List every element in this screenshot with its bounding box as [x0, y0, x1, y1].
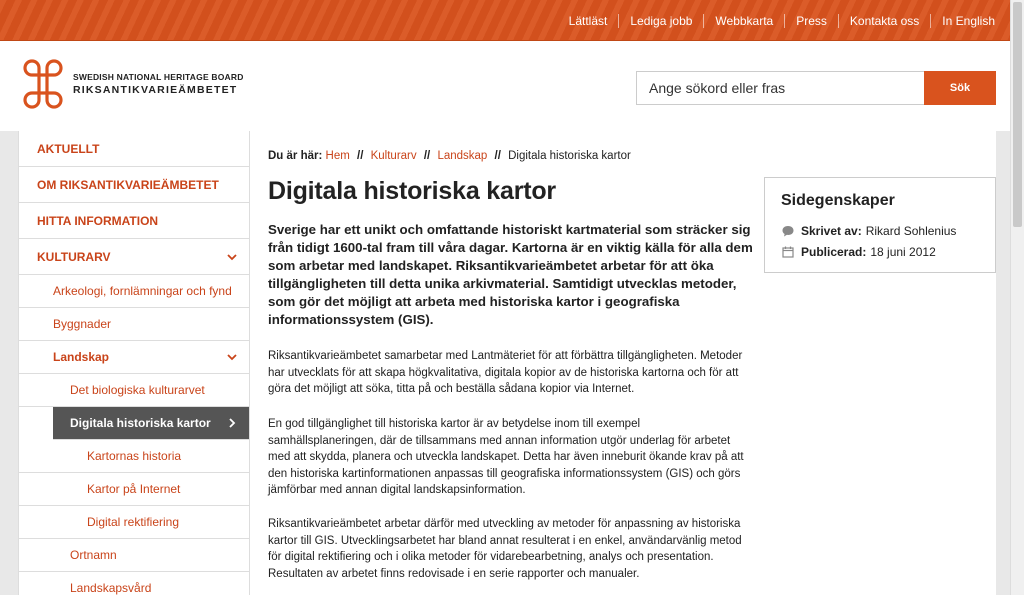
site-header: SWEDISH NATIONAL HERITAGE BOARD RIKSANTI… — [0, 41, 1010, 131]
sidebar-item-landskap[interactable]: Landskap — [19, 341, 249, 374]
sidebar-item-byggnader[interactable]: Byggnader — [19, 308, 249, 341]
search-form: Sök — [636, 71, 996, 105]
lead-paragraph: Sverige har ett unikt och omfattande his… — [268, 222, 753, 327]
nav-press-link[interactable]: Press — [784, 13, 838, 28]
sidebar-item-label: KULTURARV — [37, 249, 111, 264]
sidebar-item-label: Digitala historiska kartor — [70, 416, 211, 430]
nav-webbkarta-link[interactable]: Webbkarta — [703, 13, 784, 28]
chevron-down-icon[interactable] — [225, 250, 239, 264]
chevron-right-icon — [229, 418, 236, 428]
sidebar-item-landskapsvard[interactable]: Landskapsvård — [19, 572, 249, 595]
page-properties-title: Sidegenskaper — [781, 192, 895, 209]
sidebar-item-label: OM RIKSANTIKVARIEÄMBETET — [37, 177, 219, 192]
sidebar-item-kartornas-historia[interactable]: Kartornas historia — [19, 440, 249, 473]
sidebar-item-aktuellt[interactable]: AKTUELLT — [19, 131, 249, 167]
site-logo[interactable]: SWEDISH NATIONAL HERITAGE BOARD RIKSANTI… — [17, 58, 244, 110]
logo-line-swedish: RIKSANTIKVARIEÄMBETET — [73, 84, 238, 96]
sidebar-item-kartor-internet[interactable]: Kartor på Internet — [19, 473, 249, 506]
sidebar-item-arkeologi[interactable]: Arkeologi, fornlämningar och fynd — [19, 275, 249, 308]
page-title: Digitala historiska kartor — [268, 177, 556, 205]
page-scrollbar[interactable] — [1010, 0, 1024, 595]
sidebar-item-label: Landskapsvård — [70, 581, 152, 595]
sidebar-item-label: Byggnader — [53, 317, 112, 331]
sidebar-item-label: HITTA INFORMATION — [37, 213, 159, 228]
sidebar-item-label: Kartor på Internet — [87, 482, 181, 496]
sidebar-item-label: Kartornas historia — [87, 449, 182, 463]
sidebar-item-label: Landskap — [53, 350, 110, 364]
body-paragraph: Riksantikvarieämbetet arbetar därför med… — [268, 518, 742, 580]
author-value: Rikard Sohlenius — [865, 223, 957, 238]
sidebar-item-label: Ortnamn — [70, 548, 117, 562]
published-value: 18 juni 2012 — [870, 244, 936, 259]
page-properties-box: Sidegenskaper Skrivet av: Rikard Sohleni… — [764, 177, 996, 273]
sidebar-item-biologiska[interactable]: Det biologiska kulturarvet — [19, 374, 249, 407]
search-button[interactable]: Sök — [924, 71, 996, 105]
sidebar-item-kulturarv[interactable]: KULTURARV — [19, 239, 249, 275]
sidebar-item-hitta-information[interactable]: HITTA INFORMATION — [19, 203, 249, 239]
sidebar-item-ortnamn[interactable]: Ortnamn — [19, 539, 249, 572]
breadcrumb-link-kulturarv[interactable]: Kulturarv — [371, 150, 417, 162]
breadcrumb-separator: // — [357, 150, 364, 162]
body-paragraph: Riksantikvarieämbetet samarbetar med Lan… — [268, 350, 743, 395]
calendar-icon — [782, 246, 794, 258]
author-row: Skrivet av: Rikard Sohlenius — [781, 220, 979, 241]
sidebar-item-om[interactable]: OM RIKSANTIKVARIEÄMBETET — [19, 167, 249, 203]
nav-lattlast-link[interactable]: Lättläst — [558, 14, 619, 28]
main-area: AKTUELLT OM RIKSANTIKVARIEÄMBETET HITTA … — [18, 131, 996, 595]
sidebar-nav: AKTUELLT OM RIKSANTIKVARIEÄMBETET HITTA … — [18, 131, 250, 595]
scrollbar-thumb[interactable] — [1013, 2, 1022, 227]
sidebar-item-label: AKTUELLT — [37, 141, 100, 156]
nav-lediga-jobb-link[interactable]: Lediga jobb — [618, 13, 703, 28]
breadcrumb-separator: // — [494, 150, 501, 162]
body-paragraph: En god tillgänglighet till historiska ka… — [268, 418, 744, 496]
breadcrumb-label: Du är här: — [268, 150, 323, 162]
breadcrumb-link-hem[interactable]: Hem — [326, 150, 350, 162]
speech-bubble-icon — [782, 225, 794, 236]
published-row: Publicerad: 18 juni 2012 — [781, 241, 979, 262]
sidebar-item-label: Digital rektifiering — [87, 515, 180, 529]
author-label: Skrivet av: — [801, 223, 862, 238]
search-input[interactable] — [636, 71, 924, 105]
heritage-knot-icon — [23, 59, 63, 109]
nav-in-english-link[interactable]: In English — [930, 13, 1006, 28]
top-bar: Lättläst Lediga jobb Webbkarta Press Kon… — [0, 0, 1010, 41]
logo-line-english: SWEDISH NATIONAL HERITAGE BOARD — [73, 72, 244, 82]
sidebar-item-label: Arkeologi, fornlämningar och fynd — [53, 284, 232, 298]
breadcrumb-separator: // — [423, 150, 431, 162]
chevron-down-icon[interactable] — [225, 350, 239, 364]
sidebar-item-label: Det biologiska kulturarvet — [70, 383, 205, 397]
utility-nav: Lättläst Lediga jobb Webbkarta Press Kon… — [558, 0, 1006, 41]
logo-text: SWEDISH NATIONAL HERITAGE BOARD RIKSANTI… — [73, 72, 244, 96]
breadcrumb-link-landskap[interactable]: Landskap — [437, 150, 487, 162]
breadcrumb-current: Digitala historiska kartor — [508, 150, 631, 162]
nav-kontakta-oss-link[interactable]: Kontakta oss — [837, 13, 930, 28]
sidebar-item-digitala-kartor[interactable]: Digitala historiska kartor — [53, 407, 249, 440]
sidebar-item-digital-rektifiering[interactable]: Digital rektifiering — [19, 506, 249, 539]
breadcrumb: Du är här: Hem // Kulturarv // Landskap … — [268, 150, 631, 162]
published-label: Publicerad: — [801, 244, 867, 259]
